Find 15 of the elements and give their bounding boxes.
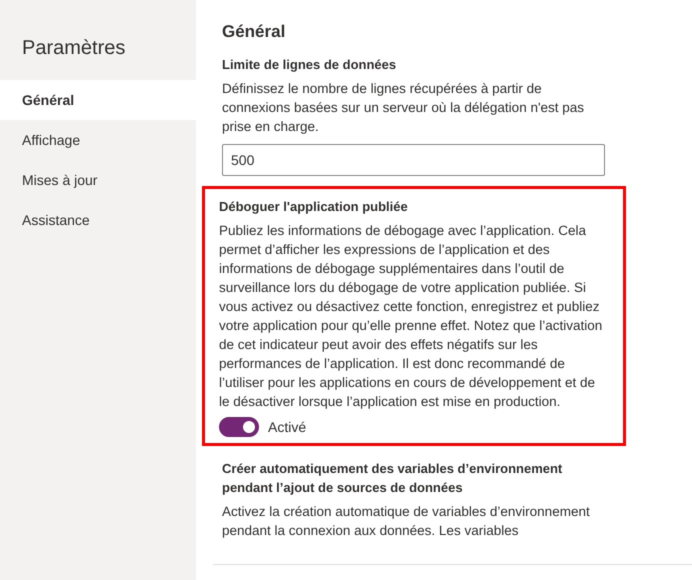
- toggle-switch[interactable]: [219, 417, 259, 437]
- section-heading: Créer automatiquement des variables d’environnement pendant l’ajout de sources de données: [222, 460, 564, 497]
- page-title: Général: [222, 22, 286, 42]
- sidebar-item[interactable]: Mises à jour: [0, 160, 196, 200]
- section-description: Publiez les informations de débogage avec l’application. Cela permet d’afficher les expressions de l’application et des informations de débogage supplémentaires dans l’outil de surveillance lors du débogage de votre application publiée. Si vous activez ou désactivez cette fonction, enregistrez et publiez votre application pour qu’elle prenne effet. Notez que l’activation de cet indicateur peut avoir des effets négatifs sur les performances de l’application. Il est donc recommandé de l’utiliser pour les applications en cours de développement et de le désactiver lorsque l’application est mise en production.: [219, 222, 604, 411]
- section-description: Activez la création automatique de variables d’environnement pendant la connexion aux données. Les variables: [222, 503, 591, 540]
- section-heading: Limite de lignes de données: [222, 56, 398, 74]
- sidebar-item[interactable]: Affichage: [0, 120, 196, 160]
- sidebar-title: Paramètres: [21, 36, 126, 61]
- section-description: Définissez le nombre de lignes récupérées à partir de connexions basées sur un serveur où la délégation n'est pas prise en charge.: [222, 80, 586, 136]
- input-field[interactable]: 500: [222, 144, 605, 176]
- sidebar-item[interactable]: Général: [0, 80, 196, 120]
- sidebar-item[interactable]: Assistance: [0, 200, 196, 240]
- toggle-label: Activé: [268, 419, 306, 435]
- section-heading: Déboguer l'application publiée: [219, 198, 409, 216]
